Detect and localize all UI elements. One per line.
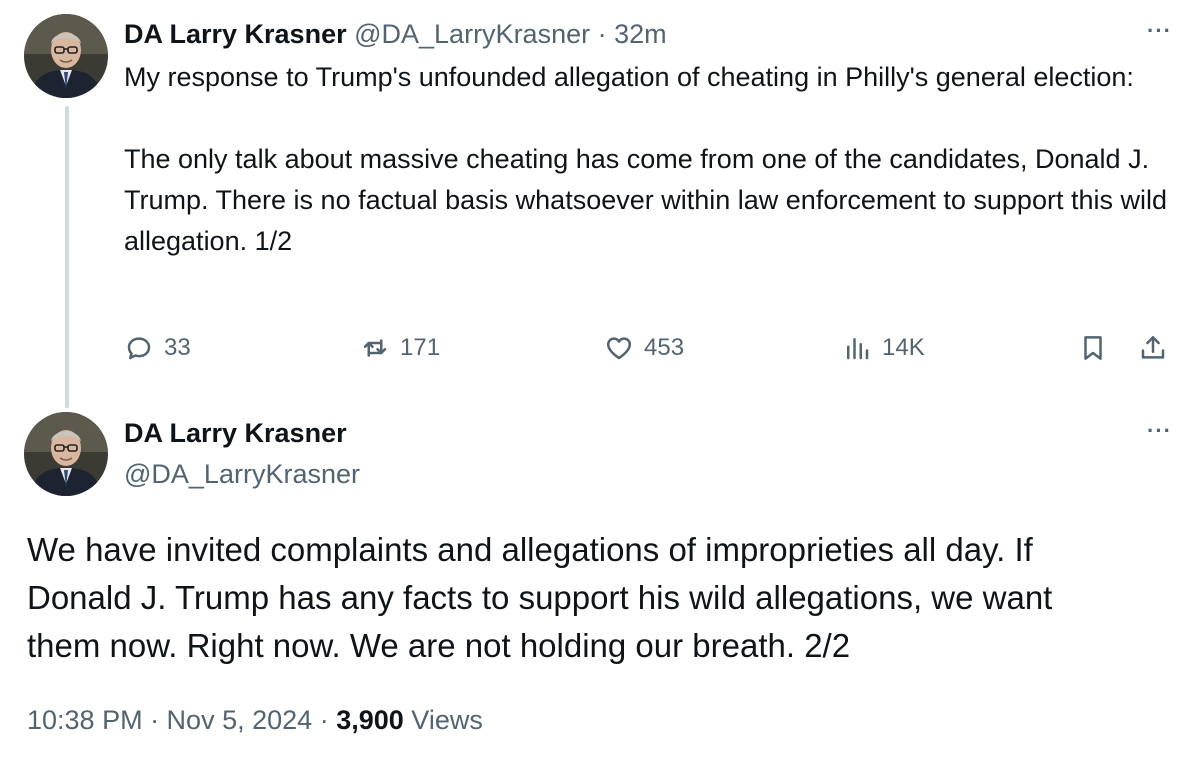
views-count: 3,900 xyxy=(336,705,404,735)
like-button[interactable]: 453 xyxy=(604,328,684,368)
share-button[interactable] xyxy=(1138,328,1168,368)
share-icon xyxy=(1141,336,1165,359)
avatar[interactable] xyxy=(24,14,108,98)
like-count: 453 xyxy=(644,334,685,361)
bookmark-button[interactable] xyxy=(1078,328,1108,368)
tweet-paragraph: The only talk about massive cheating has… xyxy=(124,144,1167,256)
tweet-text: We have invited complaints and allegatio… xyxy=(27,526,1177,670)
retweet-icon xyxy=(363,339,387,357)
display-name[interactable]: DA Larry Krasner xyxy=(124,19,347,49)
more-options-icon[interactable]: ··· xyxy=(1147,18,1172,44)
tweet-timestamp[interactable]: 10:38 PM · Nov 5, 2024 xyxy=(27,705,312,735)
separator: · xyxy=(319,705,329,735)
tweet-line: Donald J. Trump has any facts to support… xyxy=(27,579,1053,616)
reply-count: 33 xyxy=(164,334,191,361)
display-name[interactable]: DA Larry Krasner xyxy=(124,415,347,451)
avatar-photo xyxy=(24,412,108,496)
views-button[interactable]: 14K xyxy=(842,328,925,368)
like-icon xyxy=(606,337,632,360)
user-handle[interactable]: @DA_LarryKrasner xyxy=(354,19,590,49)
retweet-count: 171 xyxy=(400,334,441,361)
tweet-paragraph: My response to Trump's unfounded allegat… xyxy=(124,62,1134,92)
retweet-button[interactable]: 171 xyxy=(360,328,440,368)
avatar[interactable] xyxy=(24,412,108,496)
bookmark-icon xyxy=(1084,336,1102,360)
views-count: 14K xyxy=(882,334,925,361)
user-handle[interactable]: @DA_LarryKrasner xyxy=(124,456,360,492)
views-label: Views xyxy=(411,705,483,735)
reply-button[interactable]: 33 xyxy=(124,328,191,368)
avatar-photo xyxy=(24,14,108,98)
tweet-text: My response to Trump's unfounded allegat… xyxy=(124,57,1184,262)
tweet-thread: DA Larry Krasner @DA_LarryKrasner · 32m … xyxy=(0,0,1200,769)
tweet-header: DA Larry Krasner @DA_LarryKrasner · 32m xyxy=(124,16,667,52)
more-options-icon[interactable]: ··· xyxy=(1147,418,1172,444)
tweet-line: We have invited complaints and allegatio… xyxy=(27,531,1033,568)
views-icon xyxy=(847,338,869,360)
separator: · xyxy=(597,19,607,49)
tweet-metadata: 10:38 PM · Nov 5, 2024 · 3,900 Views xyxy=(27,700,483,740)
tweet-time[interactable]: 32m xyxy=(614,19,667,49)
reply-icon xyxy=(127,337,151,360)
tweet-action-bar: 33 171 453 14K xyxy=(0,328,1200,368)
tweet-line: them now. Right now. We are not holding … xyxy=(27,627,851,664)
